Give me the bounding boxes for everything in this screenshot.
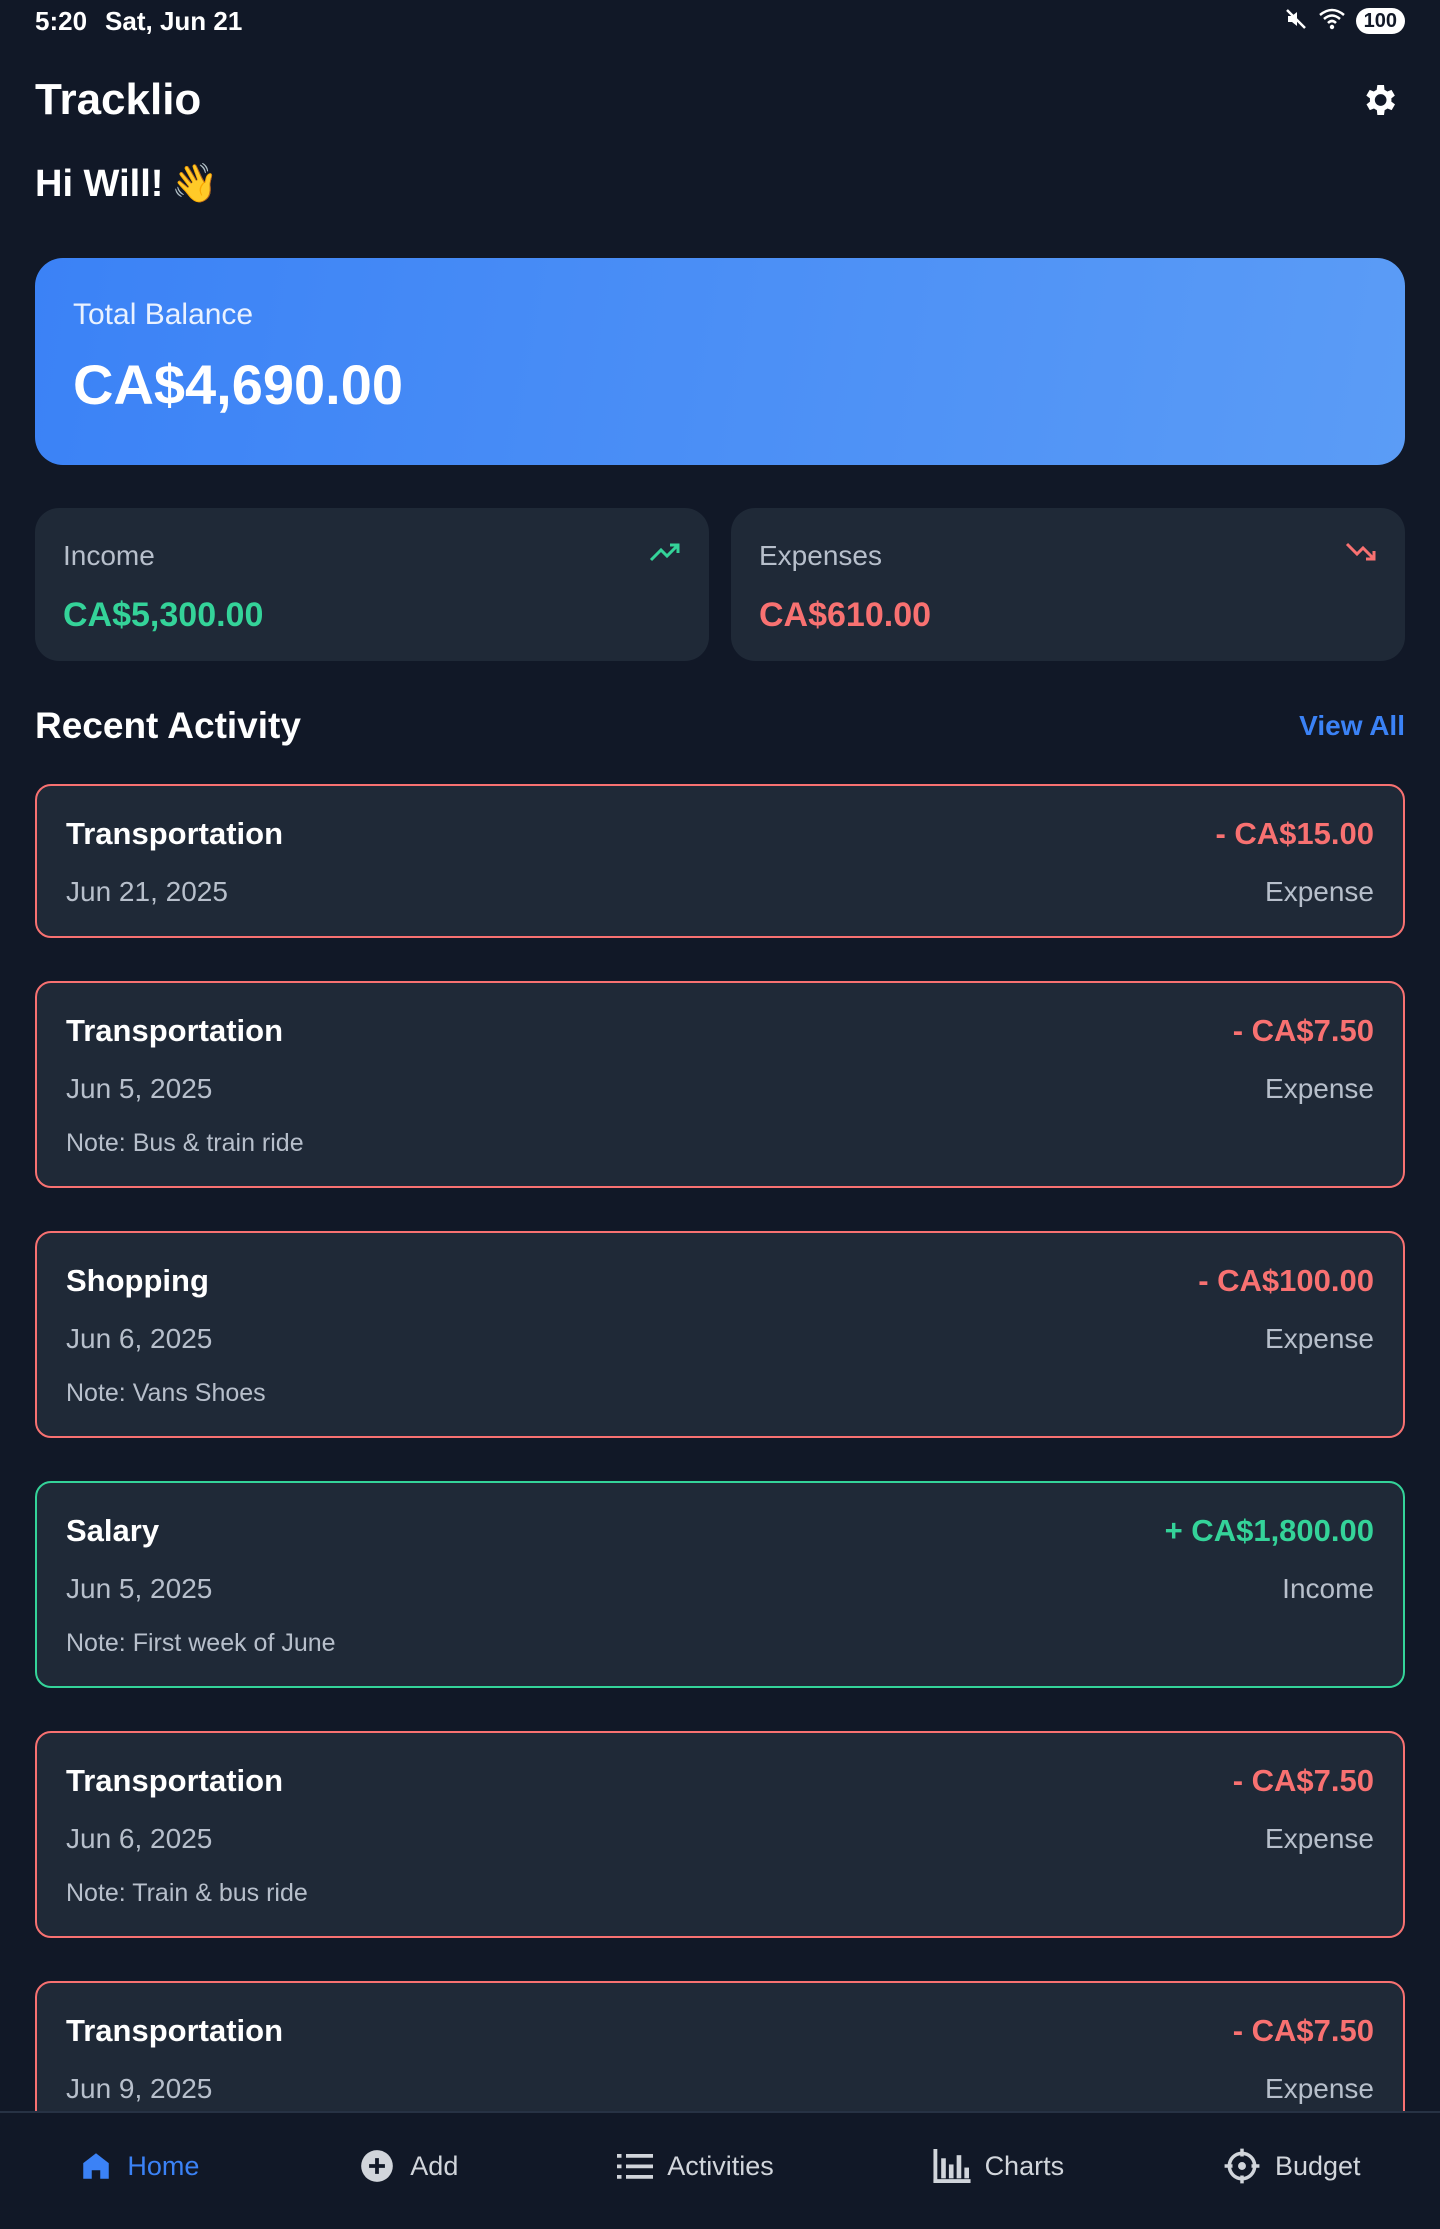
trending-up-icon [649,540,681,569]
activity-list: Transportation - CA$15.00 Jun 21, 2025 E… [35,784,1405,2178]
activity-title: Transportation [66,1013,284,1048]
nav-activities-label: Activities [667,2150,774,2181]
activity-amount: - CA$7.50 [1232,2013,1374,2048]
activity-amount: - CA$15.00 [1215,816,1374,851]
add-circle-icon [361,2150,394,2182]
activity-amount: - CA$7.50 [1232,1013,1374,1048]
nav-charts[interactable]: Charts [933,2149,1065,2183]
list-icon [617,2154,654,2179]
nav-home-label: Home [127,2150,200,2181]
trending-down-icon [1345,540,1377,569]
target-icon [1224,2148,1260,2184]
activity-type: Expense [1265,1823,1374,1854]
view-all-link[interactable]: View All [1299,710,1405,742]
nav-budget[interactable]: Budget [1223,2147,1361,2185]
income-value: CA$5,300.00 [63,596,264,634]
activity-date: Jun 6, 2025 [66,1323,213,1354]
greeting-text: Hi Will! [35,162,164,205]
recent-activity-header: Recent Activity View All [35,705,1405,747]
nav-add-label: Add [410,2150,459,2181]
activity-item[interactable]: Transportation - CA$7.50 Jun 6, 2025 Exp… [35,1731,1405,1938]
battery-indicator: 100 [1355,8,1405,34]
activity-amount: - CA$7.50 [1232,1763,1374,1798]
bar-chart-icon [933,2149,971,2183]
wifi-icon [1318,7,1346,36]
activity-type: Expense [1265,2073,1374,2104]
activity-item[interactable]: Transportation - CA$7.50 Jun 5, 2025 Exp… [35,981,1405,1188]
balance-label: Total Balance [73,298,254,331]
activity-title: Transportation [66,816,284,851]
activity-note: Note: Train & bus ride [66,1879,308,1907]
status-date: Sat, Jun 21 [105,5,243,36]
home-icon [83,2153,110,2179]
expenses-label: Expenses [759,540,882,571]
status-time: 5:20 [35,5,88,36]
activity-amount: + CA$1,800.00 [1164,1513,1374,1548]
activity-date: Jun 5, 2025 [66,1573,213,1604]
bottom-nav: Home Add Activities Charts Budget [0,2111,1440,2229]
nav-budget-label: Budget [1274,2150,1361,2181]
app-title: Tracklio [35,75,202,124]
greeting: Hi Will! 👋 [35,162,219,206]
activity-date: Jun 21, 2025 [66,876,228,907]
settings-button[interactable] [1353,74,1405,126]
status-bar: 5:20 Sat, Jun 21 100 [0,0,1440,42]
activity-type: Expense [1265,876,1374,907]
activity-title: Transportation [66,1763,284,1798]
activity-note: Note: Vans Shoes [66,1379,266,1407]
activity-note: Note: Bus & train ride [66,1129,304,1157]
activity-type: Income [1282,1573,1374,1604]
expenses-card: Expenses CA$610.00 [731,508,1405,661]
gear-icon [1366,85,1395,115]
income-card: Income CA$5,300.00 [35,508,709,661]
activity-title: Transportation [66,2013,284,2048]
wave-emoji: 👋 [171,163,219,205]
recent-activity-title: Recent Activity [35,705,301,746]
activity-item[interactable]: Shopping - CA$100.00 Jun 6, 2025 Expense… [35,1231,1405,1438]
activity-item[interactable]: Salary + CA$1,800.00 Jun 5, 2025 Income … [35,1481,1405,1688]
activity-date: Jun 9, 2025 [66,2073,213,2104]
activity-item[interactable]: Transportation - CA$15.00 Jun 21, 2025 E… [35,784,1405,938]
mute-icon [1284,7,1308,36]
total-balance-card: Total Balance CA$4,690.00 [35,258,1405,465]
nav-home[interactable]: Home [79,2149,199,2183]
app-header: Tracklio [35,70,1405,130]
nav-activities[interactable]: Activities [617,2150,774,2182]
activity-title: Salary [66,1513,160,1548]
activity-type: Expense [1265,1073,1374,1104]
activity-amount: - CA$100.00 [1198,1263,1374,1298]
activity-note: Note: First week of June [66,1629,336,1657]
balance-value: CA$4,690.00 [73,353,404,416]
expenses-value: CA$610.00 [759,596,932,634]
nav-charts-label: Charts [984,2150,1065,2181]
income-label: Income [63,540,155,571]
activity-date: Jun 5, 2025 [66,1073,213,1104]
activity-type: Expense [1265,1323,1374,1354]
nav-add[interactable]: Add [358,2147,458,2185]
activity-title: Shopping [66,1263,209,1298]
activity-date: Jun 6, 2025 [66,1823,213,1854]
